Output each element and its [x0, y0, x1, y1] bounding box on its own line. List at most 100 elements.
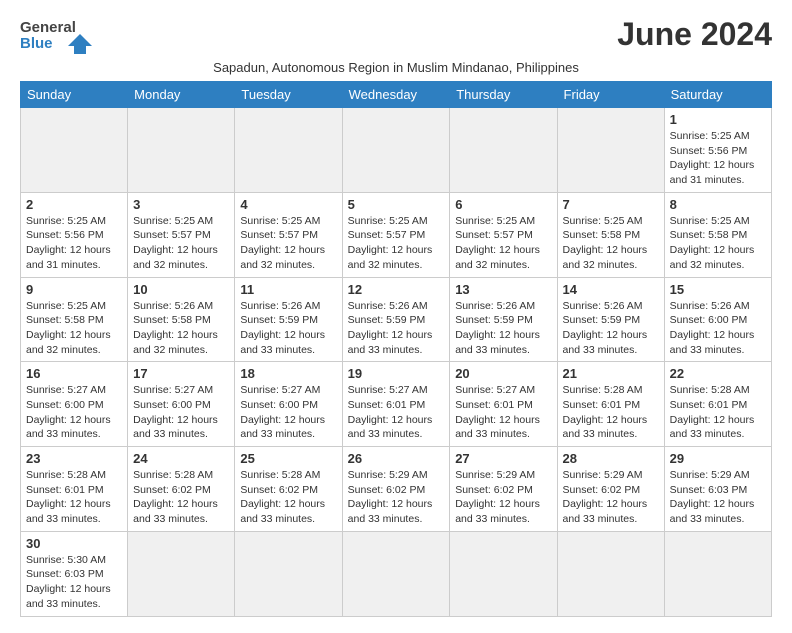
day-number: 25 [240, 451, 336, 466]
calendar-day-cell: 15 Sunrise: 5:26 AMSunset: 6:00 PMDayligh… [664, 277, 771, 362]
day-number: 15 [670, 282, 766, 297]
day-info: Sunrise: 5:27 AMSunset: 6:01 PMDaylight:… [455, 383, 551, 442]
day-info: Sunrise: 5:27 AMSunset: 6:00 PMDaylight:… [26, 383, 122, 442]
weekday-header-sunday: Sunday [21, 82, 128, 108]
day-info: Sunrise: 5:25 AMSunset: 5:58 PMDaylight:… [26, 299, 122, 358]
day-number: 10 [133, 282, 229, 297]
day-number: 8 [670, 197, 766, 212]
day-number: 21 [563, 366, 659, 381]
day-number: 11 [240, 282, 336, 297]
calendar-day-cell: 6Sunrise: 5:25 AMSunset: 5:57 PMDaylight… [450, 192, 557, 277]
calendar-day-cell: 16 Sunrise: 5:27 AMSunset: 6:00 PMDayligh… [21, 362, 128, 447]
weekday-header-tuesday: Tuesday [235, 82, 342, 108]
calendar-day-cell [342, 108, 450, 193]
calendar-day-cell: 4 Sunrise: 5:25 AMSunset: 5:57 PMDaylight… [235, 192, 342, 277]
calendar-day-cell [664, 531, 771, 616]
calendar-week-6: 30Sunrise: 5:30 AMSunset: 6:03 PMDayligh… [21, 531, 772, 616]
calendar-day-cell: 30Sunrise: 5:30 AMSunset: 6:03 PMDayligh… [21, 531, 128, 616]
calendar-week-1: 1 Sunrise: 5:25 AMSunset: 5:56 PMDaylight… [21, 108, 772, 193]
calendar-week-4: 16 Sunrise: 5:27 AMSunset: 6:00 PMDayligh… [21, 362, 772, 447]
calendar-week-5: 23 Sunrise: 5:28 AMSunset: 6:01 PMDayligh… [21, 447, 772, 532]
weekday-header-wednesday: Wednesday [342, 82, 450, 108]
calendar-day-cell [450, 531, 557, 616]
calendar-week-3: 9 Sunrise: 5:25 AMSunset: 5:58 PMDaylight… [21, 277, 772, 362]
day-info: Sunrise: 5:29 AMSunset: 6:02 PMDaylight:… [348, 468, 445, 527]
day-info: Sunrise: 5:29 AMSunset: 6:02 PMDaylight:… [455, 468, 551, 527]
calendar-day-cell [128, 531, 235, 616]
svg-text:General: General [20, 19, 76, 36]
weekday-header-monday: Monday [128, 82, 235, 108]
calendar-day-cell: 3Sunrise: 5:25 AMSunset: 5:57 PMDaylight… [128, 192, 235, 277]
calendar-day-cell [235, 531, 342, 616]
weekday-header-friday: Friday [557, 82, 664, 108]
calendar-day-cell: 24Sunrise: 5:28 AMSunset: 6:02 PMDayligh… [128, 447, 235, 532]
day-info: Sunrise: 5:28 AMSunset: 6:01 PMDaylight:… [670, 383, 766, 442]
day-info: Sunrise: 5:25 AMSunset: 5:56 PMDaylight:… [26, 214, 122, 273]
day-number: 23 [26, 451, 122, 466]
day-info: Sunrise: 5:28 AMSunset: 6:01 PMDaylight:… [26, 468, 122, 527]
day-info: Sunrise: 5:29 AMSunset: 6:03 PMDaylight:… [670, 468, 766, 527]
calendar-day-cell: 25 Sunrise: 5:28 AMSunset: 6:02 PMDayligh… [235, 447, 342, 532]
day-number: 9 [26, 282, 122, 297]
day-number: 29 [670, 451, 766, 466]
logo: General Blue [20, 16, 100, 56]
calendar-day-cell: 29 Sunrise: 5:29 AMSunset: 6:03 PMDayligh… [664, 447, 771, 532]
day-number: 20 [455, 366, 551, 381]
day-info: Sunrise: 5:27 AMSunset: 6:01 PMDaylight:… [348, 383, 445, 442]
calendar-day-cell: 13Sunrise: 5:26 AMSunset: 5:59 PMDayligh… [450, 277, 557, 362]
day-info: Sunrise: 5:29 AMSunset: 6:02 PMDaylight:… [563, 468, 659, 527]
calendar-day-cell: 11 Sunrise: 5:26 AMSunset: 5:59 PMDayligh… [235, 277, 342, 362]
day-info: Sunrise: 5:26 AMSunset: 6:00 PMDaylight:… [670, 299, 766, 358]
day-info: Sunrise: 5:25 AMSunset: 5:56 PMDaylight:… [670, 129, 766, 188]
calendar-day-cell: 22 Sunrise: 5:28 AMSunset: 6:01 PMDayligh… [664, 362, 771, 447]
calendar-day-cell: 18 Sunrise: 5:27 AMSunset: 6:00 PMDayligh… [235, 362, 342, 447]
day-info: Sunrise: 5:25 AMSunset: 5:58 PMDaylight:… [670, 214, 766, 273]
calendar-day-cell: 21Sunrise: 5:28 AMSunset: 6:01 PMDayligh… [557, 362, 664, 447]
day-number: 1 [670, 112, 766, 127]
day-info: Sunrise: 5:28 AMSunset: 6:02 PMDaylight:… [240, 468, 336, 527]
day-info: Sunrise: 5:26 AMSunset: 5:59 PMDaylight:… [240, 299, 336, 358]
day-info: Sunrise: 5:26 AMSunset: 5:59 PMDaylight:… [563, 299, 659, 358]
day-number: 16 [26, 366, 122, 381]
calendar-day-cell: 20 Sunrise: 5:27 AMSunset: 6:01 PMDayligh… [450, 362, 557, 447]
day-number: 5 [348, 197, 445, 212]
svg-text:Blue: Blue [20, 35, 53, 52]
day-info: Sunrise: 5:26 AMSunset: 5:58 PMDaylight:… [133, 299, 229, 358]
calendar-day-cell: 8 Sunrise: 5:25 AMSunset: 5:58 PMDaylight… [664, 192, 771, 277]
day-number: 28 [563, 451, 659, 466]
day-number: 18 [240, 366, 336, 381]
day-info: Sunrise: 5:25 AMSunset: 5:57 PMDaylight:… [240, 214, 336, 273]
day-number: 4 [240, 197, 336, 212]
day-info: Sunrise: 5:26 AMSunset: 5:59 PMDaylight:… [348, 299, 445, 358]
calendar-week-2: 2Sunrise: 5:25 AMSunset: 5:56 PMDaylight… [21, 192, 772, 277]
month-year-title: June 2024 [617, 16, 772, 53]
day-number: 22 [670, 366, 766, 381]
day-number: 24 [133, 451, 229, 466]
day-info: Sunrise: 5:30 AMSunset: 6:03 PMDaylight:… [26, 553, 122, 612]
weekday-header-row: SundayMondayTuesdayWednesdayThursdayFrid… [21, 82, 772, 108]
day-number: 6 [455, 197, 551, 212]
location-subtitle: Sapadun, Autonomous Region in Muslim Min… [20, 60, 772, 75]
calendar-day-cell: 12Sunrise: 5:26 AMSunset: 5:59 PMDayligh… [342, 277, 450, 362]
calendar-day-cell: 10 Sunrise: 5:26 AMSunset: 5:58 PMDayligh… [128, 277, 235, 362]
calendar-day-cell [128, 108, 235, 193]
day-number: 7 [563, 197, 659, 212]
title-area: June 2024 [617, 16, 772, 53]
calendar-day-cell: 19Sunrise: 5:27 AMSunset: 6:01 PMDayligh… [342, 362, 450, 447]
calendar-day-cell: 26Sunrise: 5:29 AMSunset: 6:02 PMDayligh… [342, 447, 450, 532]
day-info: Sunrise: 5:25 AMSunset: 5:58 PMDaylight:… [563, 214, 659, 273]
day-info: Sunrise: 5:27 AMSunset: 6:00 PMDaylight:… [240, 383, 336, 442]
calendar-day-cell: 23 Sunrise: 5:28 AMSunset: 6:01 PMDayligh… [21, 447, 128, 532]
calendar-day-cell [235, 108, 342, 193]
page-header: General Blue June 2024 [20, 16, 772, 56]
calendar-day-cell: 17Sunrise: 5:27 AMSunset: 6:00 PMDayligh… [128, 362, 235, 447]
calendar-day-cell [450, 108, 557, 193]
weekday-header-saturday: Saturday [664, 82, 771, 108]
logo-text: General Blue [20, 16, 100, 56]
calendar-day-cell: 9 Sunrise: 5:25 AMSunset: 5:58 PMDaylight… [21, 277, 128, 362]
calendar-table: SundayMondayTuesdayWednesdayThursdayFrid… [20, 81, 772, 617]
day-info: Sunrise: 5:26 AMSunset: 5:59 PMDaylight:… [455, 299, 551, 358]
calendar-day-cell [21, 108, 128, 193]
calendar-day-cell: 7 Sunrise: 5:25 AMSunset: 5:58 PMDaylight… [557, 192, 664, 277]
calendar-day-cell: 28 Sunrise: 5:29 AMSunset: 6:02 PMDayligh… [557, 447, 664, 532]
